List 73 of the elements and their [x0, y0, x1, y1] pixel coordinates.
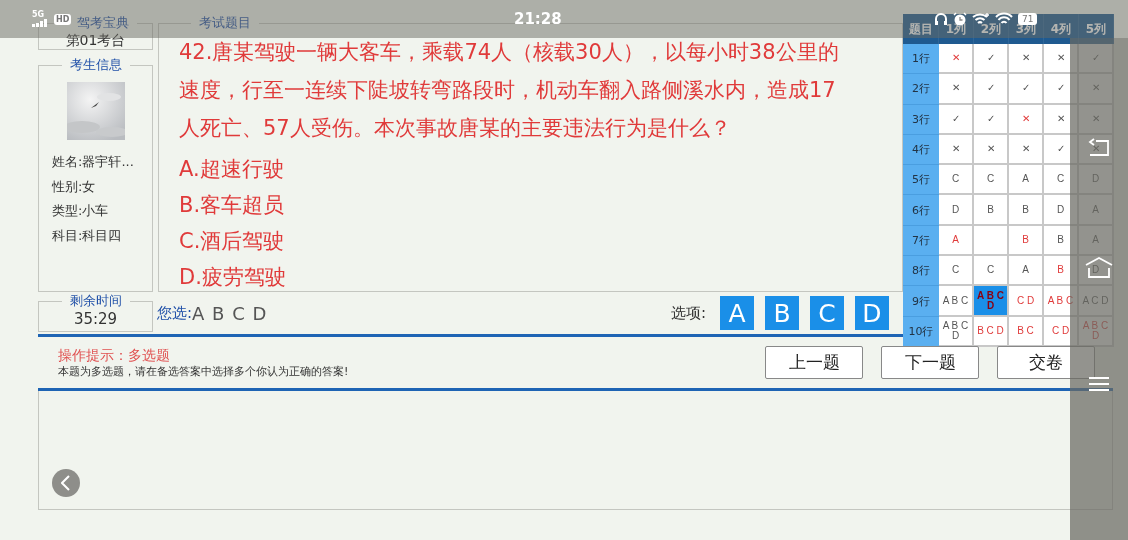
answer-cell[interactable]: ✓: [974, 74, 1009, 105]
row-header: 5行: [903, 165, 939, 196]
answer-cell[interactable]: A: [1009, 165, 1044, 196]
station-number: 第01考台: [64, 32, 127, 50]
answer-cell[interactable]: ✓: [939, 104, 974, 135]
answer-cell[interactable]: ✓: [974, 44, 1009, 75]
menu-icon[interactable]: [1087, 376, 1111, 392]
answer-cell[interactable]: C D: [1009, 286, 1044, 317]
answer-cell[interactable]: D: [939, 195, 974, 226]
row-header: 10行: [903, 316, 939, 347]
answer-cell[interactable]: C: [974, 256, 1009, 287]
row-header: 9行: [903, 286, 939, 317]
battery-level: 71: [1018, 13, 1038, 25]
candidate-info: 性别:女: [51, 177, 97, 196]
signal-icon: [32, 19, 48, 27]
row-header: 6行: [903, 195, 939, 226]
nav-button[interactable]: 下一题: [881, 346, 979, 379]
remaining-time: 35:29: [72, 310, 119, 328]
panel-title: 剩余时间: [68, 292, 123, 310]
answer-cell[interactable]: A B C D: [939, 316, 974, 347]
row-header: 1行: [903, 44, 939, 75]
answer-cell[interactable]: B: [974, 195, 1009, 226]
panel-title: 考试题目: [198, 14, 252, 32]
answer-cell[interactable]: A: [939, 225, 974, 257]
back-icon: [60, 475, 70, 491]
choice-label: 您选:: [157, 303, 193, 323]
answer-cell[interactable]: ✓: [974, 104, 1009, 135]
answer-option: B.客车超员: [179, 187, 850, 223]
candidate-info: 类型:小车: [51, 202, 110, 220]
row-header: 7行: [903, 225, 939, 257]
panel-title: 考生信息: [68, 56, 123, 74]
panel-title: 驾考宝典: [76, 14, 130, 32]
home-icon[interactable]: [1084, 256, 1114, 280]
answer-cell[interactable]: ✕: [974, 134, 1009, 166]
back-button[interactable]: [52, 469, 80, 497]
answer-cell[interactable]: ✕: [939, 44, 974, 75]
clock: 21:28: [514, 10, 562, 28]
answer-cell[interactable]: B C: [1009, 316, 1044, 347]
answer-cell[interactable]: ✓: [1009, 74, 1044, 105]
answer-cell[interactable]: ✕: [939, 134, 974, 166]
hint-text: 本题为多选题，请在备选答案中选择多个你认为正确的答案!: [58, 363, 349, 380]
answer-cell[interactable]: A: [1009, 256, 1044, 287]
grid-header: 题目: [903, 14, 939, 44]
options-label: 选项:: [670, 303, 706, 323]
question-text: 42.唐某驾驶一辆大客车，乘载74人（核载30人），以每小时38公里的速度，行至一连续下陡坡转弯路段时，机动车翻入路侧溪水内，造成17人死亡、57人受伤。本次事故唐某的主要违法行为是什么？: [179, 39, 840, 142]
answer-cell[interactable]: ✕: [1009, 44, 1044, 75]
answer-cell[interactable]: C: [974, 165, 1009, 196]
answer-cell[interactable]: B C D: [974, 316, 1009, 347]
row-header: 4行: [903, 134, 939, 166]
hd-badge: HD: [54, 13, 72, 25]
answer-cell[interactable]: ✕: [939, 74, 974, 105]
answer-cell[interactable]: ✕: [1009, 104, 1044, 135]
answer-option: C.酒后驾驶: [179, 223, 850, 259]
answer-cell[interactable]: ✕: [1009, 134, 1044, 166]
answer-cell[interactable]: B: [1009, 225, 1044, 257]
nav-button[interactable]: 上一题: [765, 346, 863, 379]
answer-cell[interactable]: C: [939, 256, 974, 287]
answer-option: D.疲劳驾驶: [179, 259, 850, 295]
chosen-answers: A B C D: [192, 302, 268, 324]
answer-cell[interactable]: B: [1009, 195, 1044, 226]
network-type: 5G: [32, 11, 46, 19]
answer-cell[interactable]: A B C: [939, 286, 974, 317]
answer-option: A.超速行驶: [179, 151, 850, 187]
row-header: 8行: [903, 256, 939, 287]
hint-title: 操作提示：多选题: [58, 345, 171, 364]
headphones-icon: [934, 12, 948, 26]
column-header: 4列: [1044, 14, 1079, 44]
candidate-info: 姓名:器宇轩...: [51, 153, 135, 171]
row-header: 3行: [903, 104, 939, 135]
answer-cell[interactable]: C: [939, 165, 974, 196]
candidate-info: 科目:科目四: [51, 226, 123, 245]
answer-cell[interactable]: [974, 225, 1009, 257]
row-header: 2行: [903, 74, 939, 105]
